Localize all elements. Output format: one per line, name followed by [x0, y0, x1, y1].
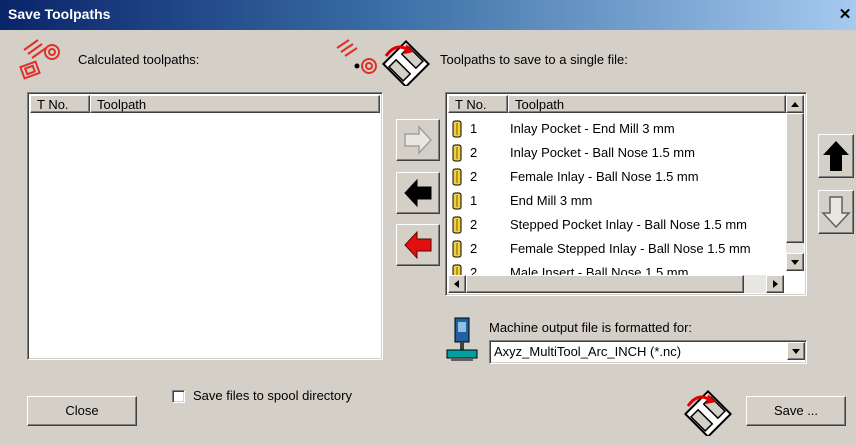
move-down-button[interactable] — [818, 190, 854, 234]
scroll-up-icon — [791, 102, 799, 107]
machine-format-select[interactable]: Axyz_MultiTool_Arc_INCH (*.nc) — [489, 340, 807, 364]
save-toolpaths-dialog: Save Toolpaths ✕ Calculated toolpaths: T… — [0, 0, 856, 445]
spool-directory-checkbox[interactable] — [172, 390, 185, 403]
tool-icon — [452, 168, 462, 186]
table-row[interactable]: 1 End Mill 3 mm — [450, 189, 592, 213]
list-header: T No. Toolpath — [448, 95, 786, 115]
scroll-down-icon — [791, 260, 799, 265]
scroll-thumb[interactable] — [786, 113, 804, 243]
move-up-button[interactable] — [818, 134, 854, 178]
column-header-tno[interactable]: T No. — [30, 95, 90, 113]
list-header: T No. Toolpath — [30, 95, 380, 115]
close-button[interactable]: Close — [27, 396, 137, 426]
close-window-button[interactable]: ✕ — [836, 6, 854, 24]
dropdown-button[interactable] — [787, 342, 805, 360]
row-toolpath-name: Inlay Pocket - End Mill 3 mm — [510, 121, 675, 136]
column-header-toolpath[interactable]: Toolpath — [90, 95, 380, 113]
save-disk-icon — [683, 389, 733, 436]
scroll-left-icon — [454, 280, 459, 288]
h-scroll-thumb[interactable] — [466, 275, 744, 293]
calculated-toolpaths-label: Calculated toolpaths: — [78, 52, 200, 67]
scroll-up-button[interactable] — [786, 95, 804, 113]
tool-icon — [452, 120, 462, 138]
title-bar: Save Toolpaths ✕ — [0, 0, 856, 30]
table-row[interactable]: 1 Inlay Pocket - End Mill 3 mm — [450, 117, 675, 141]
row-toolpath-name: Female Inlay - Ball Nose 1.5 mm — [510, 169, 699, 184]
tool-icon — [452, 216, 462, 234]
calculated-toolpaths-list[interactable]: T No. Toolpath — [27, 92, 383, 360]
window-title: Save Toolpaths — [8, 6, 111, 22]
column-header-tno[interactable]: T No. — [448, 95, 508, 113]
chevron-down-icon — [792, 349, 800, 354]
row-tno: 1 — [470, 193, 478, 208]
scroll-left-button[interactable] — [448, 275, 466, 293]
horizontal-scrollbar[interactable] — [448, 275, 784, 293]
column-header-toolpath[interactable]: Toolpath — [508, 95, 786, 113]
row-tno: 2 — [470, 145, 478, 160]
row-tno: 2 — [470, 241, 478, 256]
remove-from-save-button[interactable] — [396, 172, 440, 214]
toolpaths-to-save-list[interactable]: T No. Toolpath 1 Inlay Pocket - End Mill … — [445, 92, 807, 296]
scroll-right-icon — [773, 280, 778, 288]
table-row[interactable]: 2 Female Inlay - Ball Nose 1.5 mm — [450, 165, 699, 189]
row-tno: 2 — [470, 169, 478, 184]
tool-icon — [452, 240, 462, 258]
row-toolpath-name: Stepped Pocket Inlay - Ball Nose 1.5 mm — [510, 217, 748, 232]
row-tno: 2 — [470, 217, 478, 232]
vertical-scrollbar[interactable] — [786, 95, 804, 271]
add-to-save-button[interactable] — [396, 119, 440, 161]
arrow-right-icon — [404, 125, 433, 155]
machine-output-label: Machine output file is formatted for: — [489, 320, 693, 335]
save-single-file-label: Toolpaths to save to a single file: — [440, 52, 628, 67]
save-disk-icon — [381, 39, 431, 86]
spool-directory-label: Save files to spool directory — [193, 388, 352, 403]
machine-icon — [446, 317, 478, 361]
tool-icon — [452, 144, 462, 162]
table-row[interactable]: 2 Female Stepped Inlay - Ball Nose 1.5 mm — [450, 237, 751, 261]
row-toolpath-name: Female Stepped Inlay - Ball Nose 1.5 mm — [510, 241, 751, 256]
toolpaths-icon — [19, 39, 60, 80]
row-toolpath-name: Inlay Pocket - Ball Nose 1.5 mm — [510, 145, 695, 160]
save-button[interactable]: Save ... — [746, 396, 846, 426]
arrow-left-red-icon — [404, 230, 432, 260]
remove-all-button[interactable] — [396, 224, 440, 266]
arrow-left-icon — [404, 178, 432, 208]
machine-format-value: Axyz_MultiTool_Arc_INCH (*.nc) — [494, 344, 682, 359]
row-toolpath-name: End Mill 3 mm — [510, 193, 593, 208]
scroll-down-button[interactable] — [786, 253, 804, 271]
table-row[interactable]: 2 Inlay Pocket - Ball Nose 1.5 mm — [450, 141, 695, 165]
scroll-right-button[interactable] — [766, 275, 784, 293]
toolpath-add-icon — [336, 39, 377, 74]
row-tno: 1 — [470, 121, 478, 136]
arrow-down-icon — [821, 196, 851, 229]
arrow-up-icon — [823, 141, 849, 171]
table-row[interactable]: 2 Stepped Pocket Inlay - Ball Nose 1.5 mm — [450, 213, 747, 237]
tool-icon — [452, 192, 462, 210]
